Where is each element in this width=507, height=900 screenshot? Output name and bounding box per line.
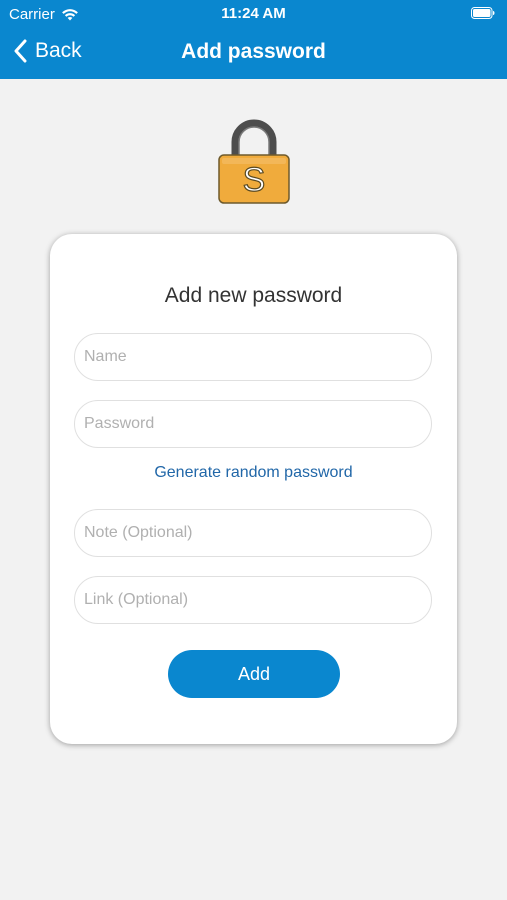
note-input[interactable]: [74, 509, 432, 557]
battery-icon: [471, 7, 495, 19]
page-title: Add password: [181, 40, 326, 63]
navigation-bar: Back Add password: [0, 28, 507, 79]
clock: 11:24 AM: [221, 5, 286, 22]
padlock-letter: S: [243, 161, 266, 199]
name-input[interactable]: [74, 333, 432, 381]
form-title: Add new password: [164, 284, 343, 307]
add-password-card: Add new password Generate random passwor…: [50, 234, 457, 744]
generate-password-link[interactable]: Generate random password: [50, 464, 457, 482]
password-input[interactable]: [74, 400, 432, 448]
padlock-icon: S: [218, 119, 290, 204]
link-input[interactable]: [74, 576, 432, 624]
status-bar: Carrier 11:24 AM: [0, 0, 507, 28]
add-button[interactable]: Add: [168, 650, 340, 698]
top-bar: Carrier 11:24 AM Back Add password: [0, 0, 507, 79]
